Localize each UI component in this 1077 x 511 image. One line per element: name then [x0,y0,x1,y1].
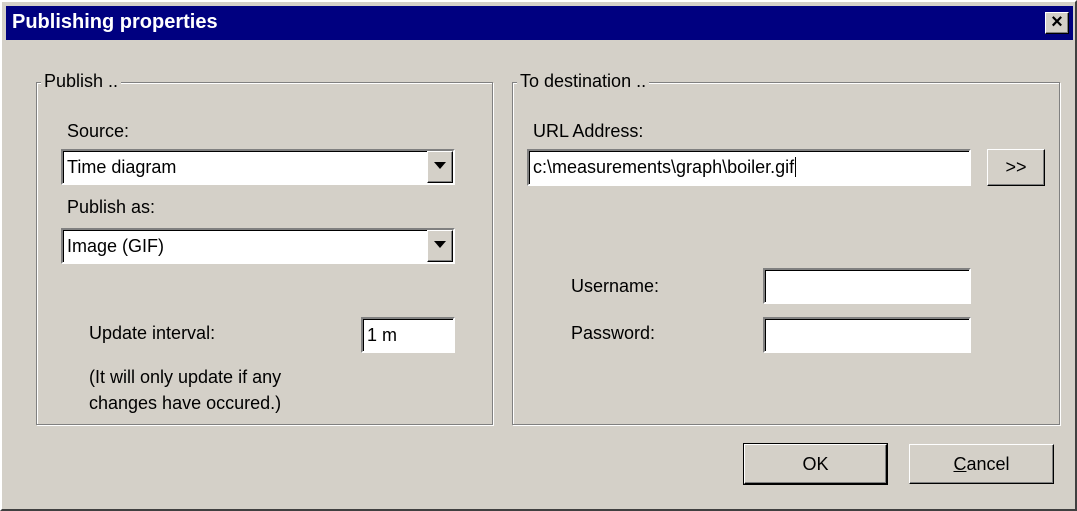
publish-group-label: Publish .. [41,71,122,92]
url-address-label: URL Address: [533,121,644,141]
url-address-input[interactable]: c:\measurements\graph\boiler.gif [527,149,971,186]
cancel-button-label: ancel [966,454,1010,474]
title-bar[interactable]: Publishing properties × [6,6,1073,40]
ok-button-label: OK [802,454,829,474]
source-dropdown[interactable]: Time diagram [61,149,455,185]
text-cursor [795,157,797,177]
update-note-line2: changes have occured.) [89,393,282,413]
publishing-properties-dialog: Publishing properties × Publish .. Sourc… [0,0,1077,511]
chevron-down-icon [434,241,446,248]
cancel-button[interactable]: Cancel [909,444,1054,484]
publish-as-dropdown-button[interactable] [427,230,453,262]
window-title: Publishing properties [12,11,218,33]
destination-group-label: To destination .. [517,71,650,92]
username-label: Username: [571,276,660,296]
browse-button[interactable]: >> [987,149,1045,186]
password-input[interactable] [763,317,971,353]
source-dropdown-button[interactable] [427,151,453,183]
source-label: Source: [67,121,130,141]
close-icon: × [1051,11,1063,33]
source-value: Time diagram [67,157,177,177]
destination-group: To destination .. URL Address: c:\measur… [512,71,1060,425]
chevron-down-icon [434,162,446,169]
close-button[interactable]: × [1045,12,1069,34]
publish-as-dropdown[interactable]: Image (GIF) [61,228,455,264]
update-interval-input[interactable]: 1 m [361,317,455,353]
update-interval-label: Update interval: [89,323,216,343]
cancel-mnemonic: C [953,454,967,474]
publish-as-label: Publish as: [67,197,156,217]
update-interval-value: 1 m [367,325,398,345]
url-address-value: c:\measurements\graph\boiler.gif [533,157,795,177]
ok-button[interactable]: OK [743,443,888,485]
browse-button-label: >> [1005,157,1027,177]
update-note-line1: (It will only update if any [89,367,282,387]
password-label: Password: [571,323,656,343]
username-input[interactable] [763,268,971,304]
publish-as-value: Image (GIF) [67,236,165,256]
publish-group: Publish .. Source: Time diagram Publish … [36,71,493,425]
